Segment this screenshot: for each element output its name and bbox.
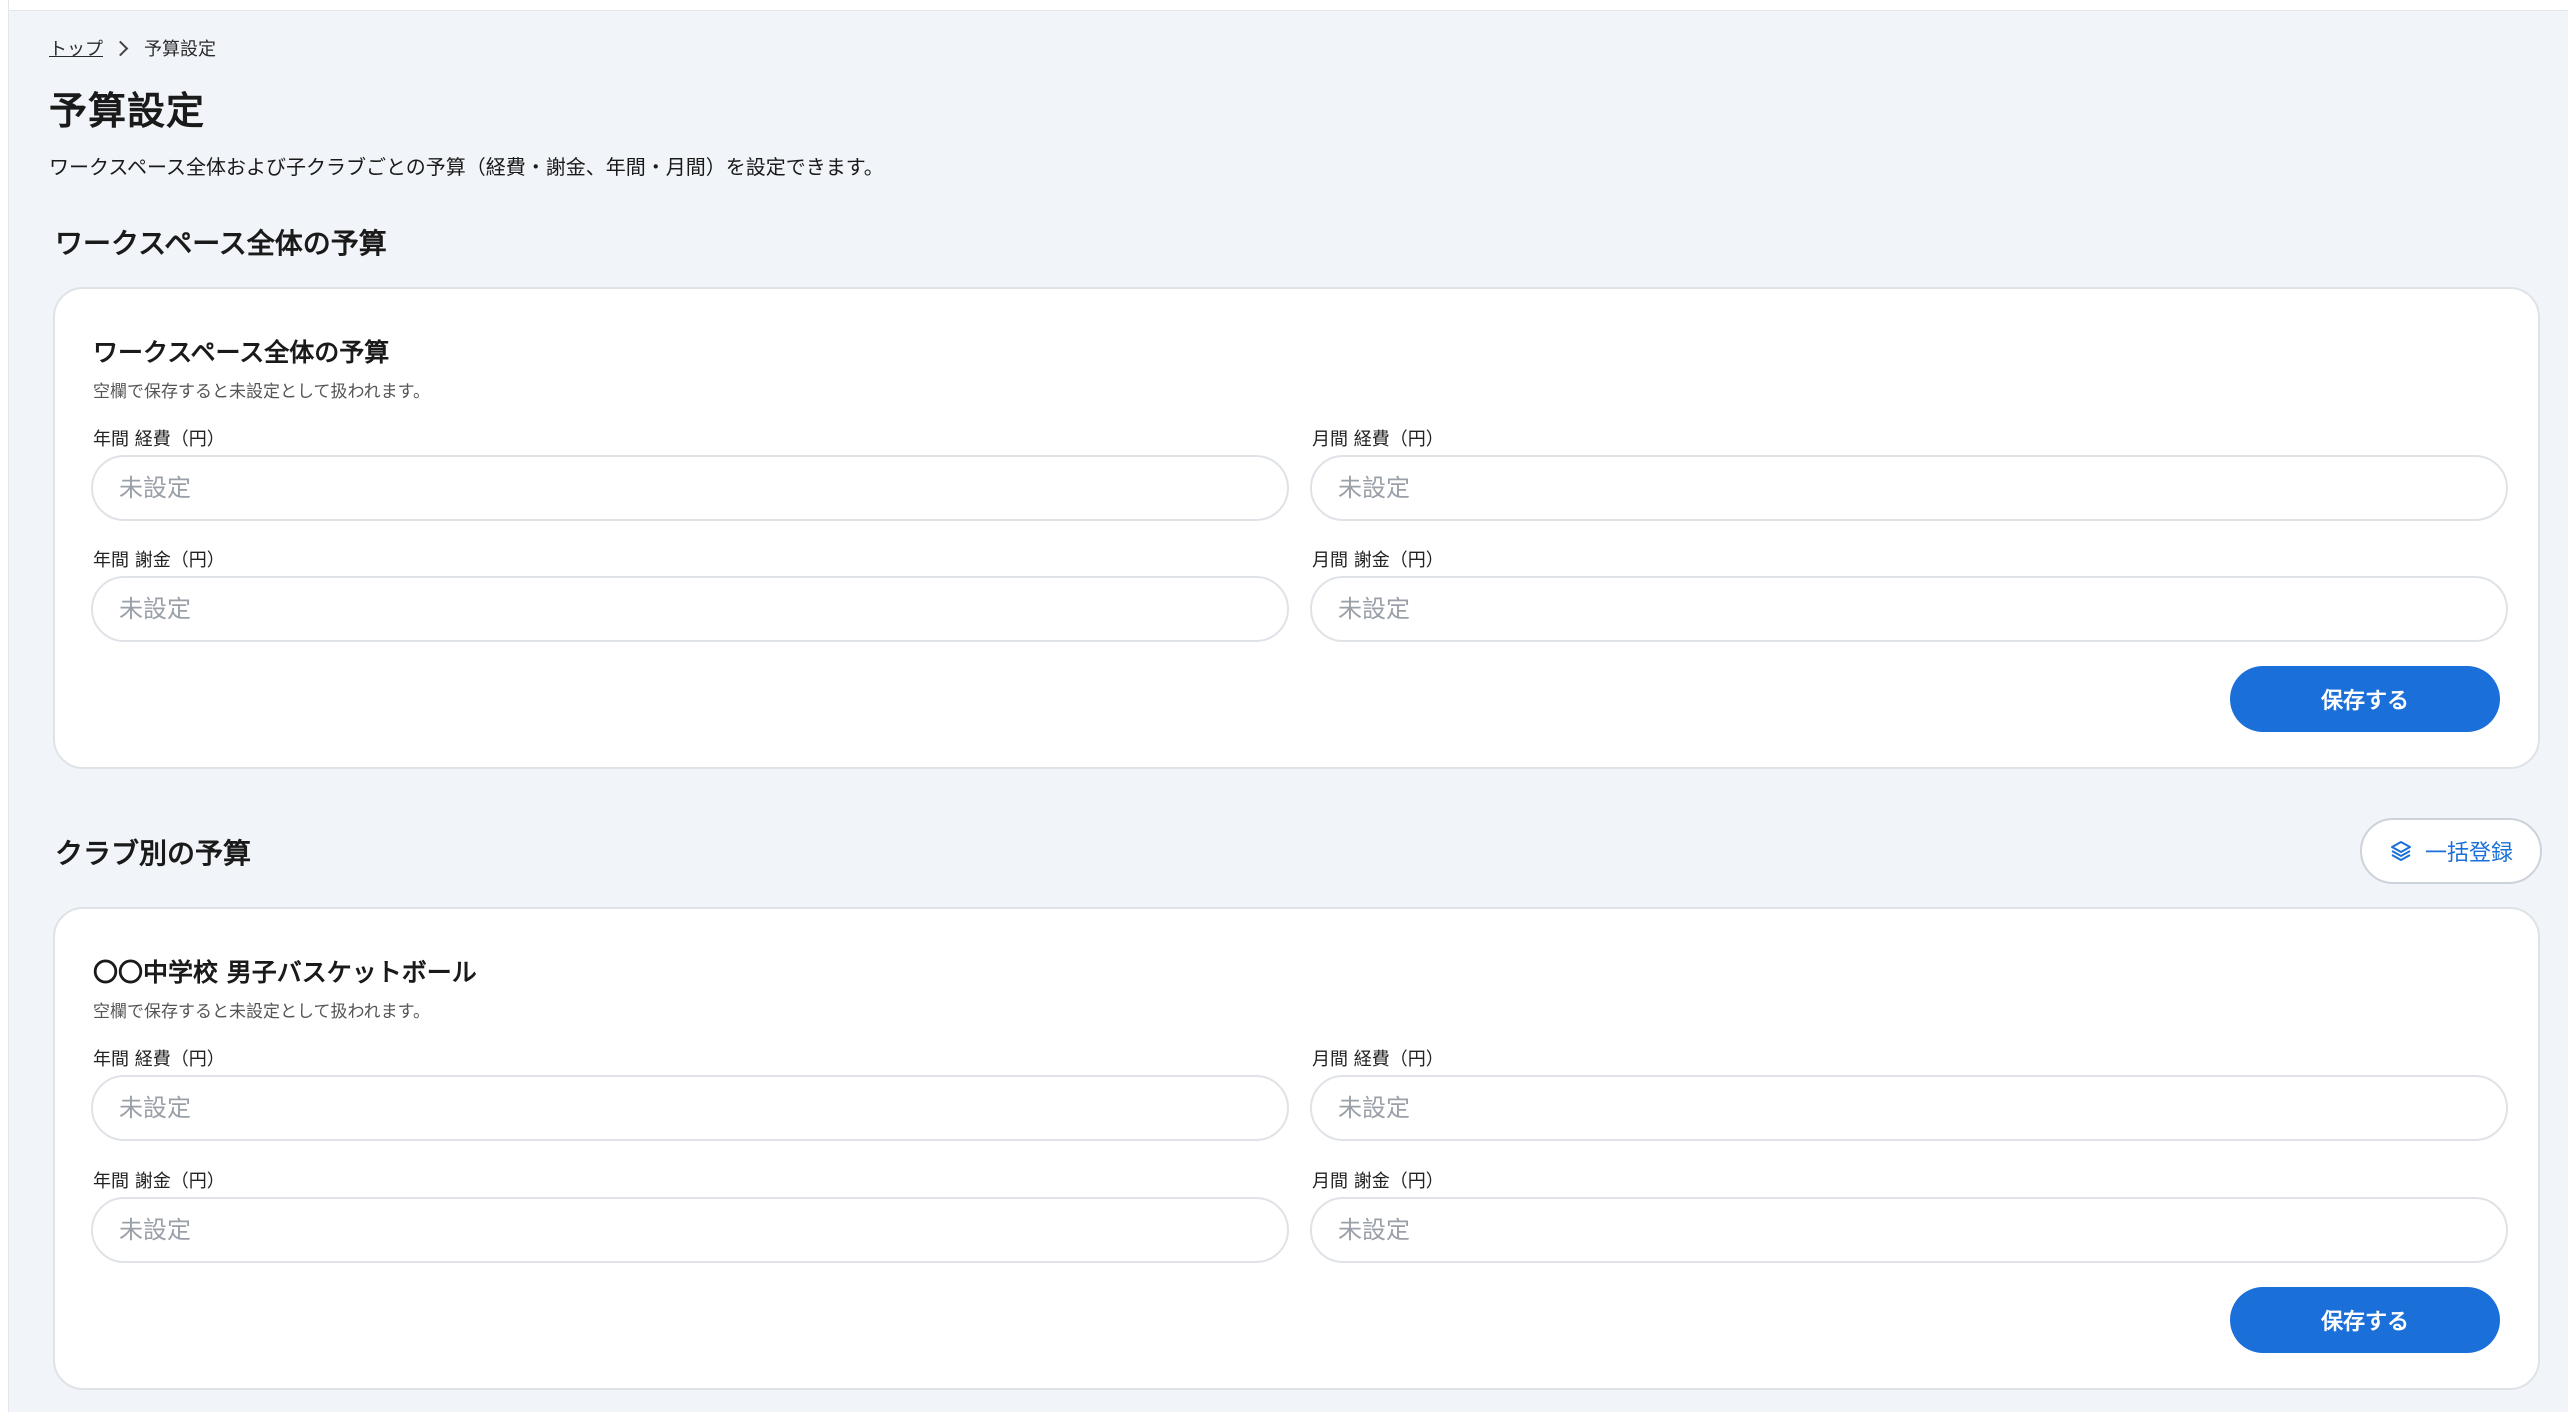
monthly-expense-label: 月間 経費（円） <box>1312 1049 1444 1070</box>
bulk-register-label: 一括登録 <box>2424 841 2513 866</box>
page-description: ワークスペース全体および子クラブごとの予算（経費・謝金、年間・月間）を設定できま… <box>49 155 884 179</box>
page-left-border <box>0 0 9 1412</box>
annual-fee-input[interactable] <box>91 1197 1289 1263</box>
card-note: 空欄で保存すると未設定として扱われます。 <box>93 1002 430 1022</box>
annual-expense-label: 年間 経費（円） <box>93 1049 225 1070</box>
club-section-title: クラブ別の予算 <box>55 837 252 870</box>
annual-fee-label: 年間 謝金（円） <box>93 1171 225 1192</box>
monthly-expense-label: 月間 経費（円） <box>1312 429 1444 450</box>
breadcrumb-home-link[interactable]: トップ <box>49 35 103 61</box>
monthly-expense-input[interactable] <box>1310 455 2508 521</box>
workspace-budget-card: ワークスペース全体の予算 空欄で保存すると未設定として扱われます。 年間 経費（… <box>53 287 2540 769</box>
annual-expense-input[interactable] <box>91 455 1289 521</box>
monthly-fee-label: 月間 謝金（円） <box>1312 550 1444 571</box>
card-note: 空欄で保存すると未設定として扱われます。 <box>93 382 430 402</box>
club-budget-card: 〇〇中学校 男子バスケットボール 空欄で保存すると未設定として扱われます。 年間… <box>53 907 2540 1390</box>
monthly-fee-input[interactable] <box>1310 1197 2508 1263</box>
top-strip <box>9 0 2568 11</box>
breadcrumb: トップ 予算設定 <box>49 35 216 61</box>
chevron-right-icon <box>112 40 129 56</box>
monthly-expense-input[interactable] <box>1310 1075 2508 1141</box>
card-title: ワークスペース全体の予算 <box>93 338 390 367</box>
annual-fee-input[interactable] <box>91 576 1289 642</box>
workspace-section-title: ワークスペース全体の予算 <box>55 227 387 260</box>
page-title: 予算設定 <box>49 89 206 133</box>
breadcrumb-current: 予算設定 <box>144 39 216 60</box>
monthly-fee-input[interactable] <box>1310 576 2508 642</box>
annual-expense-input[interactable] <box>91 1075 1289 1141</box>
monthly-fee-label: 月間 謝金（円） <box>1312 1171 1444 1192</box>
bulk-register-button[interactable]: 一括登録 <box>2360 818 2542 884</box>
save-button[interactable]: 保存する <box>2230 666 2500 732</box>
annual-expense-label: 年間 経費（円） <box>93 429 225 450</box>
annual-fee-label: 年間 謝金（円） <box>93 550 225 571</box>
save-button[interactable]: 保存する <box>2230 1287 2500 1353</box>
club-card-title: 〇〇中学校 男子バスケットボール <box>93 958 477 987</box>
layers-icon <box>2390 841 2411 861</box>
